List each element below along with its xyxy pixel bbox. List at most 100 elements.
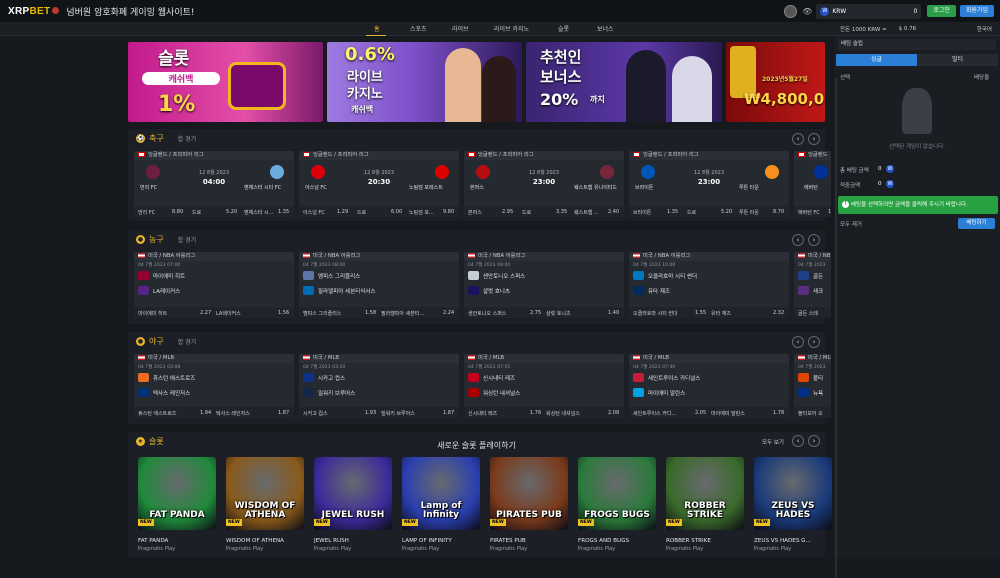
view-all-link[interactable]: 모두 보기 (762, 438, 784, 446)
nav-bonus[interactable]: 보너스 (597, 24, 614, 33)
odd-draw-label[interactable]: 드로 (522, 209, 531, 216)
tab-multi[interactable]: 멀티 (917, 54, 998, 66)
odd-away-label[interactable]: 필라델피아 세븐티... (381, 310, 424, 317)
odd-home-label[interactable]: 브라이튼 (633, 209, 651, 216)
next-arrow-button[interactable]: › (808, 234, 820, 246)
match-card[interactable]: 미국 / NBA 어를리그 04 7월 2023 08:00 멤피스 그리즐리스 필라… (299, 252, 459, 318)
odd-draw-label[interactable]: 드로 (192, 209, 201, 216)
odd-away-label[interactable]: 밀워키 브루어스 (381, 410, 415, 417)
nav-live[interactable]: 라이브 (452, 24, 469, 33)
odd-away-value[interactable]: 1.35 (278, 209, 289, 215)
odd-home-label[interactable]: 멤피스 그리즐리스 (303, 310, 341, 317)
odd-away-label[interactable]: 루튼 타운 (739, 209, 759, 216)
odd-away-value[interactable]: 1.40 (608, 310, 619, 316)
login-button[interactable]: 로그인 (927, 5, 956, 17)
prev-arrow-button[interactable]: ‹ (792, 336, 804, 348)
game-name[interactable]: ZEUS VS HADES G... (754, 538, 811, 544)
odd-home-value[interactable]: 2.05 (695, 410, 706, 416)
banner-jackpot[interactable]: 2023년5월27일 ₩4,800,0 (726, 42, 825, 122)
game-name[interactable]: LAMP OF INFINITY (402, 538, 452, 544)
odd-home-label[interactable]: 마이애미 히트 (138, 310, 167, 317)
odd-home-label[interactable]: 신시내티 레즈 (468, 410, 497, 417)
prev-arrow-button[interactable]: ‹ (792, 234, 804, 246)
scrollbar[interactable] (835, 78, 837, 578)
odd-away-label[interactable]: 워싱턴 내셔널스 (546, 410, 580, 417)
odd-home-value[interactable]: 1.76 (530, 410, 541, 416)
odd-home-label[interactable]: 세인트루이스 카디... (633, 410, 676, 417)
odd-home-value[interactable]: 1.55 (695, 310, 706, 316)
game-tile[interactable]: ZEUS VS HADES NEW (754, 457, 832, 530)
odd-home-value[interactable]: 1.29 (337, 209, 348, 215)
odd-home-value[interactable]: 2.95 (502, 209, 513, 215)
nav-sports[interactable]: 스포츠 (410, 24, 427, 33)
odd-away-label[interactable]: 샬럿 호니츠 (546, 310, 571, 317)
next-arrow-button[interactable]: › (808, 336, 820, 348)
match-card[interactable]: 잉글랜드에버턴에버턴 FC 1. (794, 151, 831, 217)
odd-home-label[interactable]: 에버턴 FC (798, 209, 820, 216)
odd-home-label[interactable]: 시카고 컵스 (303, 410, 328, 417)
nav-home[interactable]: 홈 (374, 24, 380, 33)
match-card[interactable]: 잉글랜드 / 프리미어 리그 브라이튼 루튼 타운 12 8월 2023 23:00 브라… (629, 151, 789, 217)
odd-home-label[interactable]: 번리 FC (138, 209, 155, 216)
odd-home-value[interactable]: 1.93 (365, 410, 376, 416)
odd-away-label[interactable]: 유타 재즈 (711, 310, 731, 317)
game-name[interactable]: PIRATES PUB (490, 538, 526, 544)
clear-all-button[interactable]: 모두 제거 (840, 220, 862, 228)
balance-box[interactable]: W KRW 0 (816, 3, 922, 19)
match-card[interactable]: 미국 / MLB 04 7월 2023 03:08 휴스턴 애스트로즈 텍사스 레인저… (134, 354, 294, 418)
odd-draw-value[interactable]: 3.35 (556, 209, 567, 215)
odd-home-value[interactable]: 2.75 (530, 310, 541, 316)
game-tile[interactable]: FAT PANDA NEW (138, 457, 216, 530)
odd-home-label[interactable]: 샌안토니오 스퍼스 (468, 310, 506, 317)
odd-home-value[interactable]: 1.94 (200, 410, 211, 416)
match-card[interactable]: 미국 / NBA 어를리그 04 7월 2023 07:00 마이애미 히트 LA레이… (134, 252, 294, 318)
odd-away-value[interactable]: 1.78 (773, 410, 784, 416)
odd-home-label[interactable]: 볼티모어 오 (798, 410, 823, 417)
game-tile[interactable]: PIRATES PUB NEW (490, 457, 568, 530)
odd-home-label[interactable]: 휴스턴 애스트로즈 (138, 410, 176, 417)
odd-away-label[interactable]: 마이애미 말린스 (711, 410, 745, 417)
odd-away-value[interactable]: 2.40 (608, 209, 619, 215)
nav-live-casino[interactable]: 라이브 카지노 (494, 24, 529, 33)
match-card[interactable]: 미국 / NB 04 7월 2023 골든 새크 골든 스테 (794, 252, 831, 318)
odd-draw-label[interactable]: 드로 (687, 209, 696, 216)
game-name[interactable]: FROGS AND BUGS (578, 538, 629, 544)
odd-home-value[interactable]: 8.80 (172, 209, 183, 215)
odd-away-value[interactable]: 1.56 (278, 310, 289, 316)
odd-away-label[interactable]: 맨체스터 시... (244, 209, 273, 216)
odd-home-label[interactable]: 본머스 (468, 209, 482, 216)
next-arrow-button[interactable]: › (808, 435, 820, 447)
odd-away-label[interactable]: LA레이커스 (216, 310, 241, 317)
game-tile[interactable]: Lamp of Infinity NEW (402, 457, 480, 530)
odd-away-value[interactable]: 9.80 (443, 209, 454, 215)
nav-slots[interactable]: 슬롯 (558, 24, 569, 33)
game-tile[interactable]: ROBBER STRIKE NEW (666, 457, 744, 530)
odd-draw-value[interactable]: 6.00 (391, 209, 402, 215)
odd-draw-value[interactable]: 5.20 (721, 209, 732, 215)
game-tile[interactable]: WISDOM OF ATHENA NEW (226, 457, 304, 530)
eye-icon[interactable]: 👁 (802, 7, 812, 16)
game-name[interactable]: JEWEL RUSH (314, 538, 349, 544)
odd-home-value[interactable]: 1. (828, 209, 831, 215)
match-card[interactable]: 미국 / MLB 04 7월 2023 07:05 신시내티 레즈 워싱턴 내셔널스 신… (464, 354, 624, 418)
match-card[interactable]: 미국 / NBA 어를리그 04 7월 2023 10:00 오클라호마 시티 썬더… (629, 252, 789, 318)
banner-slot-cashback[interactable]: 슬롯 캐쉬백 1% (128, 42, 323, 122)
match-card[interactable]: 잉글랜드 / 프리미어 리그 본머스 웨스트햄 유나이티드 12 8월 2023 23:… (464, 151, 624, 217)
banner-referral[interactable]: 추천인 보너스 20% 까지 (526, 42, 722, 122)
odd-away-label[interactable]: 웨스트햄 ... (574, 209, 599, 216)
odd-away-value[interactable]: 2.24 (443, 310, 454, 316)
banner-live-casino[interactable]: 0.6% 라이브 카지노 캐쉬백 (327, 42, 522, 122)
match-card[interactable]: 잉글랜드 / 프리미어 리그 아스널 FC 노팅엄 포레스트 12 8월 2023 20… (299, 151, 459, 217)
odd-home-value[interactable]: 1.35 (667, 209, 678, 215)
odd-home-value[interactable]: 1.58 (365, 310, 376, 316)
match-card[interactable]: 미국 / MLB 04 7월 2023 07:40 세인트루이스 카디널스 마이애미 … (629, 354, 789, 418)
odd-away-label[interactable]: 텍사스 레인저스 (216, 410, 250, 417)
odd-draw-label[interactable]: 드로 (357, 209, 366, 216)
odd-home-label[interactable]: 골든 스테 (798, 310, 818, 317)
odd-home-label[interactable]: 아스널 FC (303, 209, 325, 216)
game-name[interactable]: WISDOM OF ATHENA (226, 538, 284, 544)
match-card[interactable]: 미국 / MLB 04 7월 2023 볼티뉴욕볼티모어 오 (794, 354, 831, 418)
next-arrow-button[interactable]: › (808, 133, 820, 145)
odd-away-value[interactable]: 8.70 (773, 209, 784, 215)
match-card[interactable]: 미국 / MLB 04 7월 2023 03:10 시카고 컵스 밀워키 브루어스 시카… (299, 354, 459, 418)
